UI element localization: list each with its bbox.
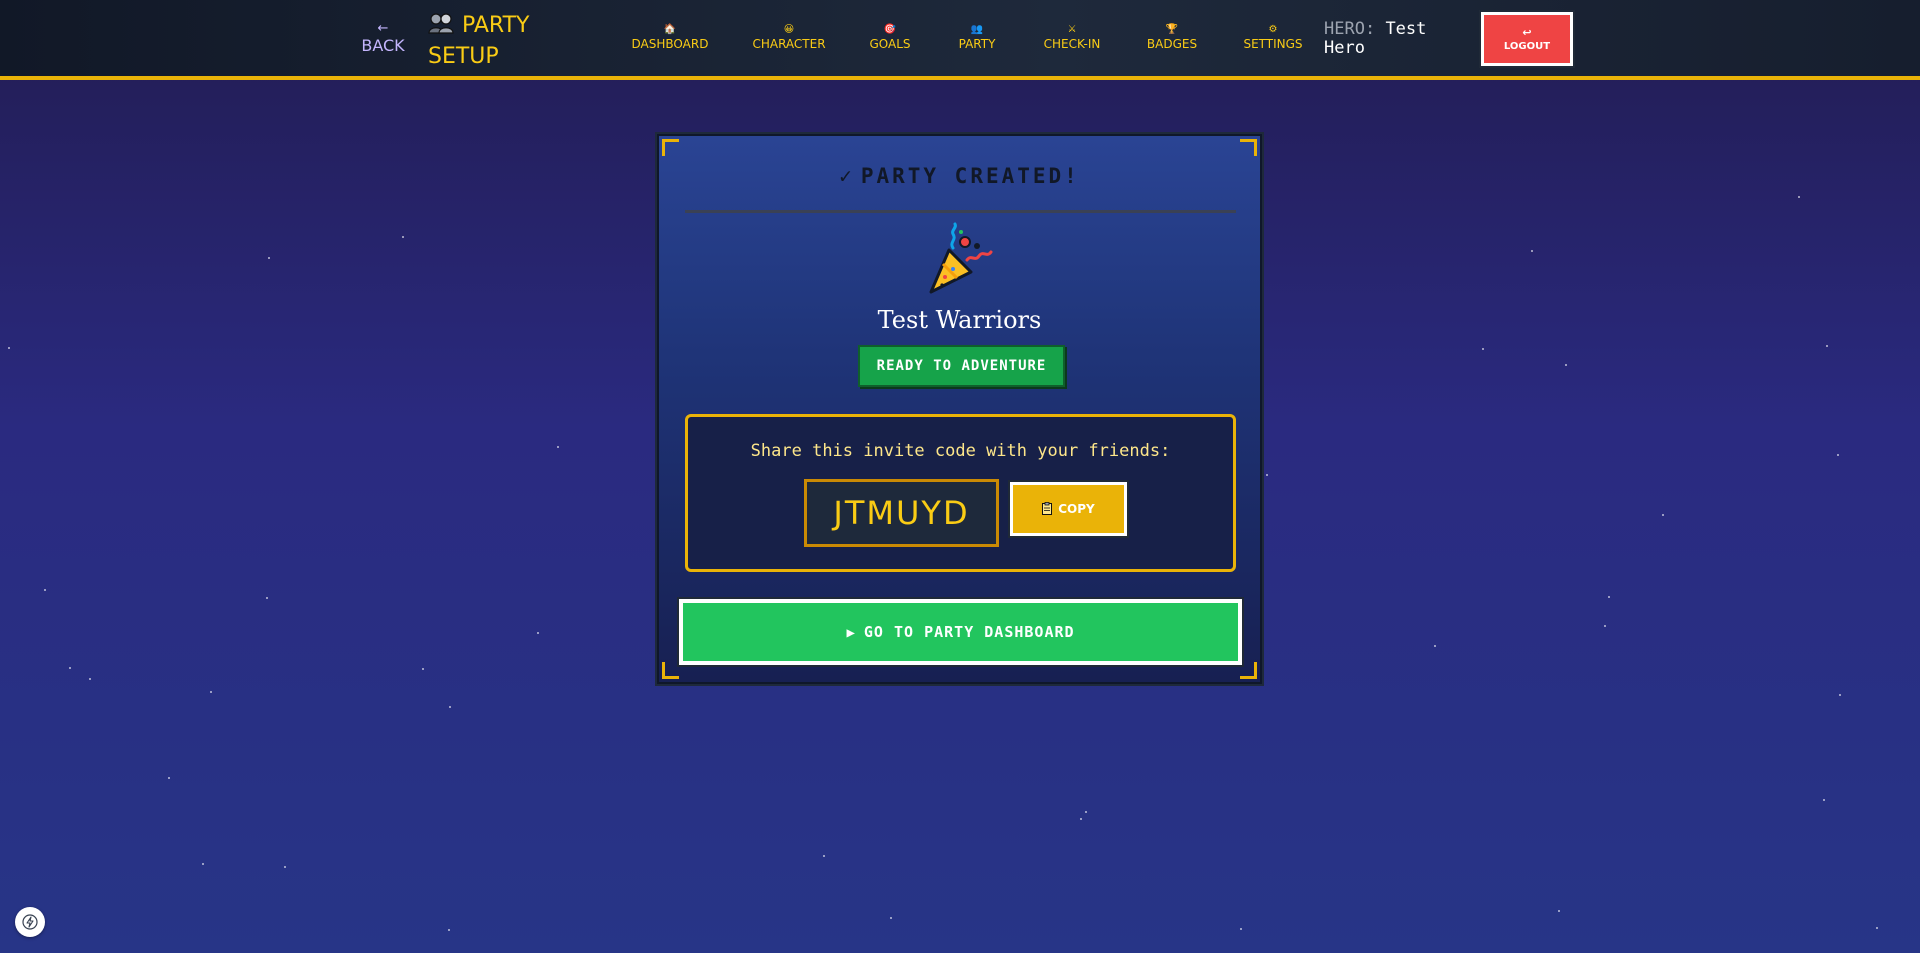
card-title: ✓ PARTY CREATED! [659, 164, 1260, 188]
back-link[interactable]: ← BACK [358, 22, 408, 56]
nav-party[interactable]: 👥 PARTY [950, 24, 1004, 52]
nav-goals[interactable]: 🎯 GOALS [862, 24, 918, 52]
go-to-party-dashboard-button[interactable]: ▶ GO TO PARTY DASHBOARD [677, 597, 1244, 667]
title-divider [685, 210, 1236, 213]
hero-info: HERO: Test Hero [1324, 20, 1454, 58]
invite-code-panel: Share this invite code with your friends… [685, 414, 1236, 572]
nav-label: DASHBOARD [631, 37, 709, 51]
return-arrow-icon: ↩ [1522, 26, 1532, 39]
copy-label: COPY [1058, 502, 1095, 516]
logout-button[interactable]: ↩ LOGOUT [1479, 10, 1575, 68]
lightning-icon [22, 914, 38, 930]
play-icon: ▶ [846, 625, 856, 641]
nav-dashboard[interactable]: 🏠 DASHBOARD [627, 24, 713, 52]
card-title-text: PARTY CREATED! [860, 164, 1080, 188]
corner-decoration [662, 662, 679, 679]
page-title: PARTY SETUP [428, 10, 578, 72]
floating-action-button[interactable] [15, 907, 45, 937]
trophy-icon: 🏆 [1165, 24, 1179, 35]
invite-instructions: Share this invite code with your friends… [750, 441, 1171, 461]
hero-label: HERO: [1324, 19, 1376, 39]
party-created-card: ✓ PARTY CREATED! Test Warriors READY TO A… [657, 134, 1262, 684]
character-icon: 😀 [783, 24, 795, 35]
crossed-swords-icon: ⚔ [1067, 24, 1077, 35]
corner-decoration [662, 139, 679, 156]
nav-label: CHARACTER [752, 37, 826, 51]
nav-settings[interactable]: ⚙ SETTINGS [1236, 24, 1310, 52]
nav-label: CHECK-IN [1043, 37, 1101, 51]
home-icon: 🏠 [663, 24, 677, 35]
nav-label: GOALS [869, 37, 911, 51]
check-icon: ✓ [839, 164, 855, 188]
clipboard-icon [1042, 502, 1053, 515]
party-name: Test Warriors [877, 306, 1042, 334]
corner-decoration [1240, 662, 1257, 679]
invite-code: JTMUYD [804, 479, 999, 547]
party-popper-icon [929, 222, 993, 294]
go-label: GO TO PARTY DASHBOARD [863, 623, 1075, 641]
back-arrow-icon: ← [377, 21, 389, 36]
nav-label: SETTINGS [1243, 37, 1303, 51]
nav-label: PARTY [958, 37, 996, 51]
nav-check-in[interactable]: ⚔ CHECK-IN [1036, 24, 1108, 52]
status-badge: READY TO ADVENTURE [858, 345, 1065, 387]
copy-button[interactable]: COPY [1008, 480, 1129, 538]
logout-label: LOGOUT [1503, 41, 1551, 52]
back-label: BACK [361, 36, 405, 55]
target-icon: 🎯 [883, 24, 897, 35]
nav-label: BADGES [1146, 37, 1198, 51]
gear-icon: ⚙ [1268, 24, 1278, 35]
party-icon: 👥 [970, 24, 984, 35]
party-people-icon [428, 13, 454, 34]
corner-decoration [1240, 139, 1257, 156]
nav-badges[interactable]: 🏆 BADGES [1140, 24, 1204, 52]
nav-character[interactable]: 😀 CHARACTER [746, 24, 832, 52]
top-navigation-bar: ← BACK PARTY SETUP 🏠 DASHBOARD 😀 CHARACT… [0, 0, 1920, 80]
